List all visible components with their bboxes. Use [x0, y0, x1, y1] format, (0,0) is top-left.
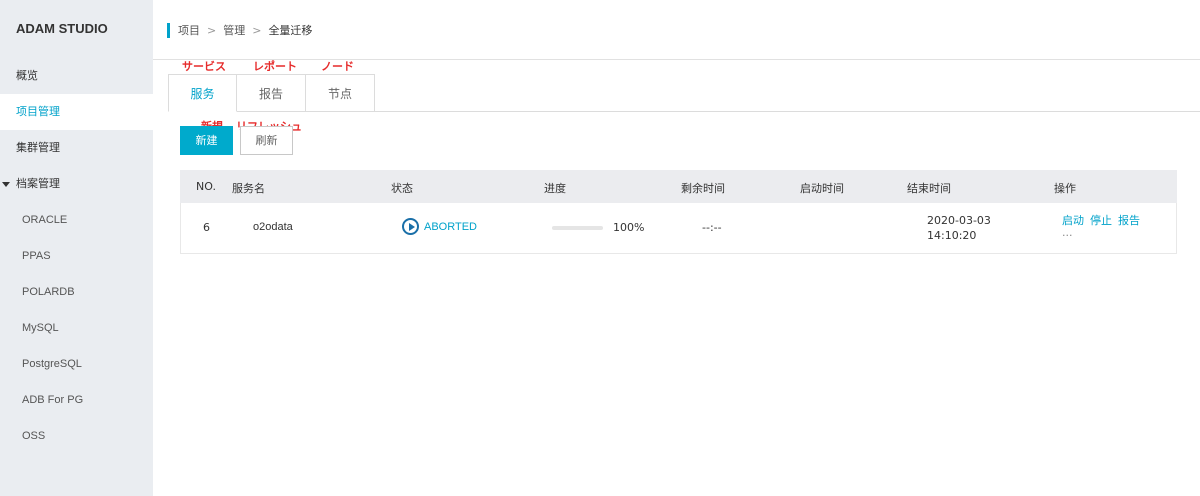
sidebar-item-oracle[interactable]: ORACLE [0, 202, 153, 238]
table-row: 6 o2odata ABORTED 100% --:-- 2020-03-03 … [180, 203, 1177, 254]
sidebar-item-polardb[interactable]: POLARDB [0, 274, 153, 310]
column-header-status: 状态 [391, 182, 413, 195]
table-header: NO. 服务名 状态 进度 剩余时间 启动时间 结束时间 操作 [180, 170, 1177, 203]
tab-node[interactable]: 节点 [306, 74, 375, 112]
cell-service-name: o2odata [253, 221, 293, 233]
progress-bar [552, 225, 603, 230]
column-header-end-time: 结束时间 [907, 182, 951, 195]
annotation-node: ノード [321, 60, 354, 73]
sidebar-item-overview[interactable]: 概览 [0, 58, 153, 94]
column-header-service-name: 服务名 [232, 182, 265, 195]
column-header-remaining-time: 剩余时间 [681, 182, 725, 195]
caret-down-icon [2, 181, 10, 187]
tab-service[interactable]: 服务 [168, 74, 237, 112]
cell-remaining-time: --:-- [702, 221, 722, 234]
breadcrumb-item-project[interactable]: 项目 [178, 22, 200, 38]
sidebar-item-adb-for-pg[interactable]: ADB For PG [0, 382, 153, 418]
sidebar-item-cluster-management[interactable]: 集群管理 [0, 130, 153, 166]
play-icon[interactable] [402, 218, 419, 235]
cell-progress: 100% [552, 221, 644, 234]
cell-no: 6 [203, 221, 210, 234]
end-date: 2020-03-03 [927, 214, 991, 227]
sidebar-item-ppas[interactable]: PPAS [0, 238, 153, 274]
sidebar-item-postgresql[interactable]: PostgreSQL [0, 346, 153, 382]
column-header-actions: 操作 [1054, 182, 1076, 195]
brand-logo: ADAM STUDIO [16, 21, 108, 36]
sidebar-item-project-management[interactable]: 项目管理 [0, 94, 153, 130]
breadcrumb-accent-bar [167, 22, 170, 38]
new-button[interactable]: 新建 [180, 126, 233, 155]
annotation-report: レポート [253, 60, 297, 73]
column-header-no: NO. [196, 180, 216, 193]
sidebar-item-mysql[interactable]: MySQL [0, 310, 153, 346]
report-link[interactable]: 报告 [1118, 214, 1140, 227]
progress-label: 100% [613, 221, 645, 234]
breadcrumb-item-management[interactable]: 管理 [223, 22, 245, 38]
breadcrumb-separator: > [252, 23, 262, 37]
cell-actions: 启动 停止 报告 ··· [1062, 213, 1146, 243]
cell-end-time: 2020-03-03 14:10:20 [927, 213, 991, 243]
column-header-start-time: 启动时间 [800, 182, 844, 195]
breadcrumb: 项目 > 管理 > 全量迁移 [167, 22, 312, 38]
sidebar: ADAM STUDIO 概览 项目管理 集群管理 档案管理 ORACLE PPA… [0, 0, 153, 496]
sidebar-item-oss[interactable]: OSS [0, 418, 153, 454]
service-table: NO. 服务名 状态 进度 剩余时间 启动时间 结束时间 操作 6 o2odat… [180, 170, 1177, 254]
end-time: 14:10:20 [927, 229, 977, 242]
page-header: 项目 > 管理 > 全量迁移 [153, 0, 1200, 60]
tab-report[interactable]: 报告 [237, 74, 306, 112]
annotation-service: サービス [182, 60, 226, 73]
start-link[interactable]: 启动 [1062, 214, 1084, 227]
stop-link[interactable]: 停止 [1090, 214, 1112, 227]
breadcrumb-separator: > [207, 23, 217, 37]
status-text: ABORTED [424, 220, 477, 233]
breadcrumb-current: 全量迁移 [268, 24, 313, 37]
more-actions-icon[interactable]: ··· [1062, 228, 1146, 243]
refresh-button[interactable]: 刷新 [240, 126, 293, 155]
tab-bar: 服务 报告 节点 [168, 74, 375, 112]
sidebar-group-label: 档案管理 [16, 177, 60, 190]
cell-status: ABORTED [402, 218, 477, 235]
sidebar-group-archive-management[interactable]: 档案管理 [0, 166, 153, 202]
column-header-progress: 进度 [544, 182, 566, 195]
